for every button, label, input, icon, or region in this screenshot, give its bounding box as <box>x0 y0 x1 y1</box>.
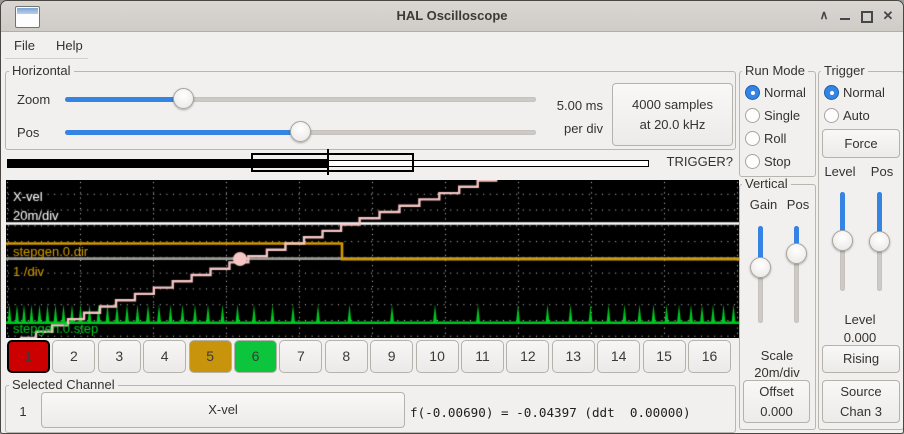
selected-channel-frame-label: Selected Channel <box>9 378 118 392</box>
close-icon[interactable]: ✕ <box>880 7 896 24</box>
record-settings-button[interactable]: 4000 samples at 20.0 kHz <box>612 83 733 146</box>
gain-label: Gain <box>747 197 780 212</box>
vertical-pos-slider-handle[interactable] <box>786 243 807 264</box>
scope-display <box>6 180 739 338</box>
trigger-level-value: 0.000 <box>824 330 896 345</box>
trigger-frame <box>818 71 904 430</box>
vertical-pos-label: Pos <box>783 197 813 212</box>
channel-button-13[interactable]: 13 <box>552 340 595 373</box>
scale-value: 20m/div <box>741 365 813 380</box>
channel-button-1[interactable]: 1 <box>7 340 50 373</box>
channel-button-7[interactable]: 7 <box>279 340 322 373</box>
pos-slider-fill <box>65 130 301 135</box>
zoom-slider-fill <box>65 97 184 102</box>
selected-channel-number: 1 <box>15 404 31 419</box>
trigger-level-caption: Level <box>824 312 896 327</box>
run-mode-frame-label: Run Mode <box>742 64 808 78</box>
channel-value-readout: f(-0.00690) = -0.04397 (ddt 0.00000) <box>410 405 691 420</box>
window-title: HAL Oscilloscope <box>1 8 903 23</box>
shade-icon[interactable]: ∧ <box>816 7 832 24</box>
channel-button-10[interactable]: 10 <box>416 340 459 373</box>
channel-button-3[interactable]: 3 <box>98 340 141 373</box>
pos-slider-handle[interactable] <box>290 121 311 142</box>
menu-file[interactable]: File <box>8 35 41 56</box>
trigger-level-col-label: Level <box>823 164 857 179</box>
vertical-frame-label: Vertical <box>742 177 791 191</box>
trigger-frame-label: Trigger <box>821 64 868 78</box>
channel-button-4[interactable]: 4 <box>143 340 186 373</box>
zoom-slider-handle[interactable] <box>173 88 194 109</box>
trigger-source-button[interactable]: Source Chan 3 <box>822 380 900 423</box>
trigger-status-label: TRIGGER? <box>641 154 733 169</box>
channel-button-14[interactable]: 14 <box>597 340 640 373</box>
channel-button-8[interactable]: 8 <box>325 340 368 373</box>
menu-separator <box>5 58 88 59</box>
time-per-div-caption: per div <box>539 121 603 136</box>
channel-button-15[interactable]: 15 <box>643 340 686 373</box>
trigger-edge-button[interactable]: Rising <box>822 345 900 373</box>
zoom-label: Zoom <box>17 92 50 107</box>
display-window-box <box>251 153 414 172</box>
scope-display-area <box>6 180 739 338</box>
trigger-pos-slider-handle[interactable] <box>869 231 890 252</box>
minimize-icon[interactable] <box>837 7 853 24</box>
maximize-icon[interactable] <box>858 7 874 24</box>
force-button[interactable]: Force <box>822 129 900 158</box>
channel-button-11[interactable]: 11 <box>461 340 504 373</box>
channel-button-16[interactable]: 16 <box>688 340 731 373</box>
menu-help[interactable]: Help <box>50 35 89 56</box>
trigger-position-marker <box>327 149 329 175</box>
trigger-pos-col-label: Pos <box>867 164 897 179</box>
offset-button[interactable]: Offset 0.000 <box>743 380 810 423</box>
channel-button-5[interactable]: 5 <box>189 340 232 373</box>
hal-oscilloscope-window: HAL Oscilloscope ∧ ✕ File Help Horizonta… <box>0 0 904 434</box>
channel-button-6[interactable]: 6 <box>234 340 277 373</box>
time-per-div-value: 5.00 ms <box>539 98 603 113</box>
scale-caption: Scale <box>741 348 813 363</box>
gain-slider-handle[interactable] <box>750 257 771 278</box>
pos-label: Pos <box>17 125 39 140</box>
channel-button-9[interactable]: 9 <box>370 340 413 373</box>
trigger-level-slider-handle[interactable] <box>832 230 853 251</box>
horizontal-frame-label: Horizontal <box>9 64 74 78</box>
channel-button-12[interactable]: 12 <box>506 340 549 373</box>
channel-button-2[interactable]: 2 <box>52 340 95 373</box>
channel-source-button[interactable]: X-vel <box>41 392 405 428</box>
titlebar: HAL Oscilloscope ∧ ✕ <box>1 1 903 32</box>
